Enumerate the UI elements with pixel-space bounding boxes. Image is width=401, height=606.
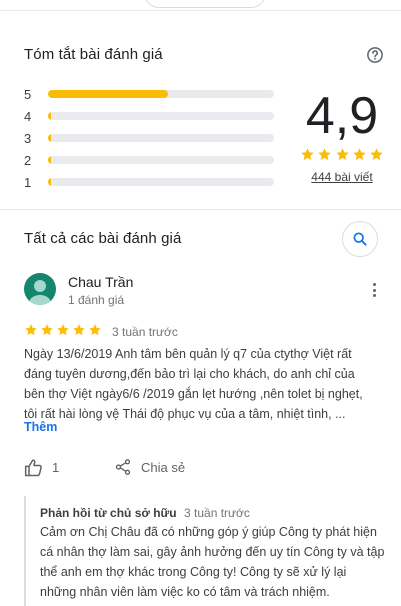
rating-bar-fill bbox=[48, 156, 52, 164]
owner-reply-text: Cảm ơn Chị Châu đã có những góp ý giúp C… bbox=[40, 525, 385, 599]
more-link[interactable]: Thêm bbox=[24, 420, 57, 434]
star-icon bbox=[57, 324, 69, 336]
rating-bar-label: 2 bbox=[24, 152, 32, 168]
average-rating-stars bbox=[300, 147, 384, 162]
review-count-link[interactable]: 444 bài viết bbox=[300, 170, 384, 184]
review-text: Ngày 13/6/2019 Anh tâm bên quản lý q7 củ… bbox=[24, 347, 363, 421]
search-reviews-button[interactable] bbox=[342, 221, 378, 257]
star-icon bbox=[301, 148, 314, 161]
all-reviews-title: Tất cả các bài đánh giá bbox=[24, 230, 182, 247]
star-icon bbox=[353, 148, 366, 161]
reviewer-review-count: 1 đánh giá bbox=[68, 293, 125, 307]
star-icon bbox=[335, 148, 349, 161]
rating-bar-row[interactable]: 4 bbox=[24, 108, 276, 124]
review-time: 3 tuần trước bbox=[112, 325, 178, 339]
like-count: 1 bbox=[52, 460, 60, 475]
rating-bar-row[interactable]: 3 bbox=[24, 130, 276, 146]
rating-bar-track bbox=[48, 90, 274, 98]
reviewer-name[interactable]: Chau Trần bbox=[68, 274, 133, 290]
summary-title: Tóm tắt bài đánh giá bbox=[24, 46, 163, 63]
search-icon bbox=[353, 232, 367, 246]
thumb-up-icon[interactable] bbox=[24, 458, 44, 478]
star-icon bbox=[370, 148, 383, 161]
person-icon bbox=[29, 280, 51, 305]
rating-bar-track bbox=[48, 156, 274, 164]
rating-bar-fill bbox=[48, 134, 52, 142]
rating-bar-label: 1 bbox=[24, 174, 32, 190]
avatar[interactable] bbox=[24, 273, 56, 305]
star-icon bbox=[89, 324, 101, 336]
star-icon bbox=[41, 324, 53, 336]
rating-bar-fill bbox=[48, 178, 52, 186]
owner-reply-border bbox=[24, 496, 26, 606]
rating-bar-row[interactable]: 5 bbox=[24, 86, 276, 102]
star-icon bbox=[25, 324, 37, 336]
rating-bar-row[interactable]: 1 bbox=[24, 174, 276, 190]
rating-bar-fill bbox=[48, 112, 52, 120]
top-pill-button[interactable] bbox=[144, 0, 266, 8]
rating-bar-label: 3 bbox=[24, 130, 32, 146]
help-icon[interactable] bbox=[366, 46, 384, 64]
owner-reply-title: Phản hồi từ chủ sở hữu bbox=[40, 506, 177, 520]
rating-bar-fill bbox=[48, 90, 168, 98]
rating-bar-track bbox=[48, 134, 274, 142]
star-icon bbox=[73, 324, 85, 336]
rating-bar-label: 4 bbox=[24, 108, 32, 124]
divider-top bbox=[0, 10, 401, 11]
rating-bar-label: 5 bbox=[24, 86, 32, 102]
review-stars bbox=[24, 323, 102, 337]
rating-bar-row[interactable]: 2 bbox=[24, 152, 276, 168]
star-icon bbox=[318, 148, 331, 161]
share-button[interactable]: Chia sẻ bbox=[141, 460, 185, 475]
average-rating: 4,9 bbox=[305, 87, 379, 145]
share-icon[interactable] bbox=[114, 458, 132, 476]
owner-reply-time: 3 tuần trước bbox=[184, 506, 250, 520]
divider-middle bbox=[0, 209, 401, 210]
rating-bar-track bbox=[48, 112, 274, 120]
more-vert-icon[interactable] bbox=[366, 282, 382, 298]
rating-bar-track bbox=[48, 178, 274, 186]
